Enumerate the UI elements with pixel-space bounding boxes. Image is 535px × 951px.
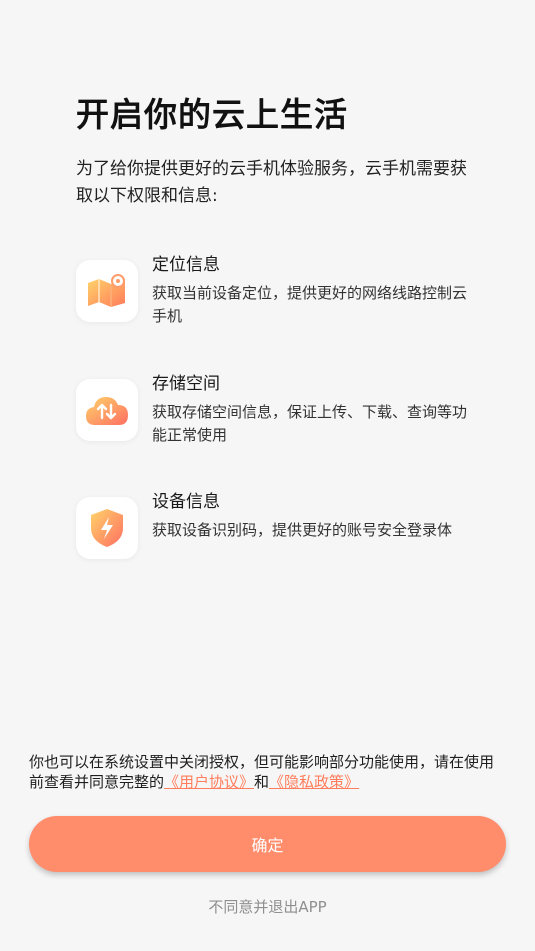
permission-title: 设备信息 <box>152 492 220 512</box>
privacy-policy-link[interactable]: 《隐私政策》 <box>269 773 359 791</box>
shield-lightning-icon <box>76 497 138 559</box>
map-location-icon <box>76 260 138 322</box>
page-title: 开启你的云上生活 <box>76 95 348 134</box>
permission-description: 获取设备识别码，提供更好的账号安全登录体 <box>152 521 453 539</box>
permission-description: 获取当前设备定位，提供更好的网络线路控制云手机 <box>152 284 468 325</box>
user-agreement-link[interactable]: 《用户协议》 <box>164 773 254 791</box>
permission-item-storage: 存储空间 获取存储空间信息，保证上传、下载、查询等功能正常使用 <box>76 369 476 479</box>
decline-exit-link[interactable]: 不同意并退出APP <box>0 896 535 917</box>
permission-description: 获取存储空间信息，保证上传、下载、查询等功能正常使用 <box>152 403 468 444</box>
cloud-storage-icon <box>76 379 138 441</box>
permission-item-device: 设备信息 获取设备识别码，提供更好的账号安全登录体 <box>76 487 476 597</box>
permission-title: 定位信息 <box>152 255 220 275</box>
permission-item-location: 定位信息 获取当前设备定位，提供更好的网络线路控制云手机 <box>76 250 476 360</box>
confirm-button[interactable]: 确定 <box>29 816 506 872</box>
intro-text: 为了给你提供更好的云手机体验服务，云手机需要获取以下权限和信息: <box>76 159 467 206</box>
authorization-notice: 你也可以在系统设置中关闭授权，但可能影响部分功能使用，请在使用前查看并同意完整的… <box>29 752 507 792</box>
notice-conjunction: 和 <box>254 773 270 791</box>
permission-title: 存储空间 <box>152 374 220 394</box>
